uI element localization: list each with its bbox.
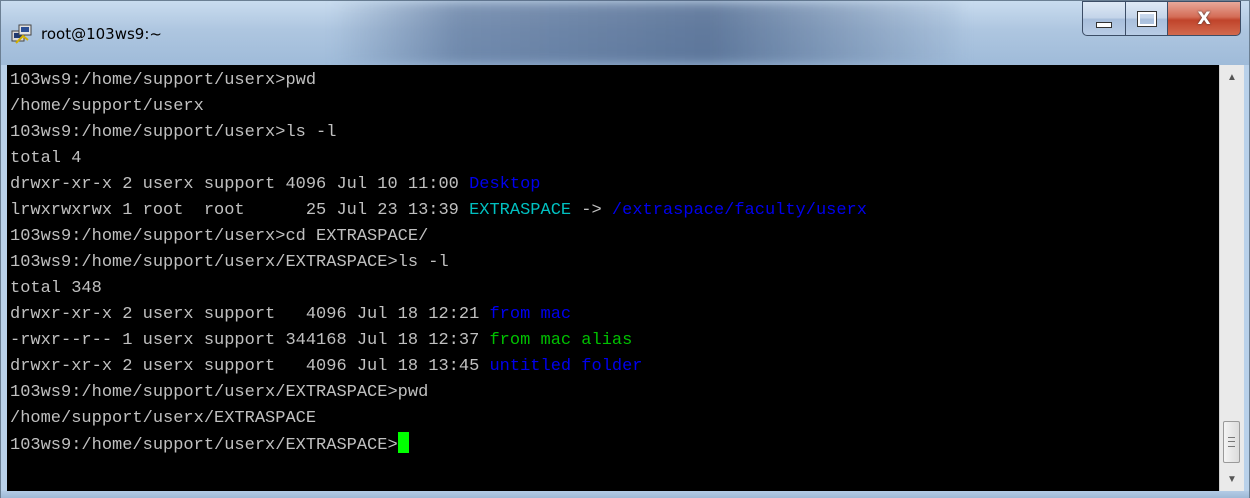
terminal-dir-name: Desktop <box>469 175 541 194</box>
grip-icon <box>1228 437 1235 447</box>
terminal-text: 103ws9:/home/support/userx>cd EXTRASPACE… <box>10 227 429 246</box>
terminal-line: -rwxr--r-- 1 userx support 344168 Jul 18… <box>10 328 1219 354</box>
terminal-text: -rwxr--r-- 1 userx support 344168 Jul 18… <box>10 331 490 350</box>
terminal-line: 103ws9:/home/support/userx/EXTRASPACE>ls… <box>10 250 1219 276</box>
window-controls: X <box>1082 1 1241 37</box>
terminal-text: 103ws9:/home/support/userx>pwd <box>10 71 317 90</box>
terminal-text: 103ws9:/home/support/userx/EXTRASPACE> <box>10 436 398 455</box>
maximize-icon <box>1136 10 1157 27</box>
window-title: root@103ws9:~ <box>41 25 162 43</box>
terminal-text: drwxr-xr-x 2 userx support 4096 Jul 18 1… <box>10 357 490 376</box>
vertical-scrollbar[interactable]: ▲ ▼ <box>1219 65 1244 491</box>
terminal-line: 103ws9:/home/support/userx>ls -l <box>10 120 1219 146</box>
terminal-line: 103ws9:/home/support/userx>pwd <box>10 68 1219 94</box>
terminal-exec-name: from mac alias <box>489 331 633 350</box>
terminal-text: total 348 <box>10 279 102 298</box>
terminal-text: /home/support/userx/EXTRASPACE <box>10 409 317 428</box>
terminal-dir-name: from mac <box>489 305 572 324</box>
terminal-line: 103ws9:/home/support/userx/EXTRASPACE>pw… <box>10 380 1219 406</box>
window-bottom-frame <box>1 491 1249 498</box>
terminal-line: /home/support/userx <box>10 94 1219 120</box>
background-blur <box>331 1 961 65</box>
scroll-down-icon[interactable]: ▼ <box>1220 467 1244 491</box>
terminal-text: 103ws9:/home/support/userx/EXTRASPACE>ls… <box>10 253 449 272</box>
terminal-text: lrwxrwxrwx 1 root root 25 Jul 23 13:39 <box>10 201 470 220</box>
terminal-text: /home/support/userx <box>10 97 204 116</box>
terminal-line: /home/support/userx/EXTRASPACE <box>10 406 1219 432</box>
putty-icon[interactable] <box>11 23 33 45</box>
terminal-text: drwxr-xr-x 2 userx support 4096 Jul 10 1… <box>10 175 470 194</box>
terminal-line: drwxr-xr-x 2 userx support 4096 Jul 18 1… <box>10 302 1219 328</box>
terminal-text: 103ws9:/home/support/userx>ls -l <box>10 123 337 142</box>
terminal-window: root@103ws9:~ X 103ws9:/home/support/use… <box>0 0 1250 498</box>
terminal-text: drwxr-xr-x 2 userx support 4096 Jul 18 1… <box>10 305 490 324</box>
close-button[interactable]: X <box>1167 1 1241 36</box>
close-icon: X <box>1197 8 1211 29</box>
minimize-icon <box>1096 21 1112 28</box>
terminal-dir-name: /extraspace/faculty/userx <box>611 201 867 220</box>
terminal-link-name: EXTRASPACE <box>469 201 572 220</box>
scrollbar-thumb[interactable] <box>1223 421 1240 463</box>
terminal-line: 103ws9:/home/support/userx/EXTRASPACE> <box>10 432 1219 458</box>
maximize-button[interactable] <box>1125 1 1167 36</box>
minimize-button[interactable] <box>1082 1 1125 36</box>
terminal-line: total 348 <box>10 276 1219 302</box>
terminal-line: drwxr-xr-x 2 userx support 4096 Jul 18 1… <box>10 354 1219 380</box>
terminal-line: lrwxrwxrwx 1 root root 25 Jul 23 13:39 E… <box>10 198 1219 224</box>
terminal-cursor <box>397 432 409 453</box>
scroll-up-icon[interactable]: ▲ <box>1220 65 1244 89</box>
terminal-line: drwxr-xr-x 2 userx support 4096 Jul 10 1… <box>10 172 1219 198</box>
terminal-dir-name: untitled folder <box>489 357 643 376</box>
terminal-line: total 4 <box>10 146 1219 172</box>
terminal-line: 103ws9:/home/support/userx>cd EXTRASPACE… <box>10 224 1219 250</box>
terminal-text: total 4 <box>10 149 82 168</box>
title-bar[interactable]: root@103ws9:~ X <box>1 1 1249 65</box>
terminal-text: -> <box>571 201 612 220</box>
terminal-text: 103ws9:/home/support/userx/EXTRASPACE>pw… <box>10 383 429 402</box>
terminal-output[interactable]: 103ws9:/home/support/userx>pwd/home/supp… <box>7 65 1219 491</box>
